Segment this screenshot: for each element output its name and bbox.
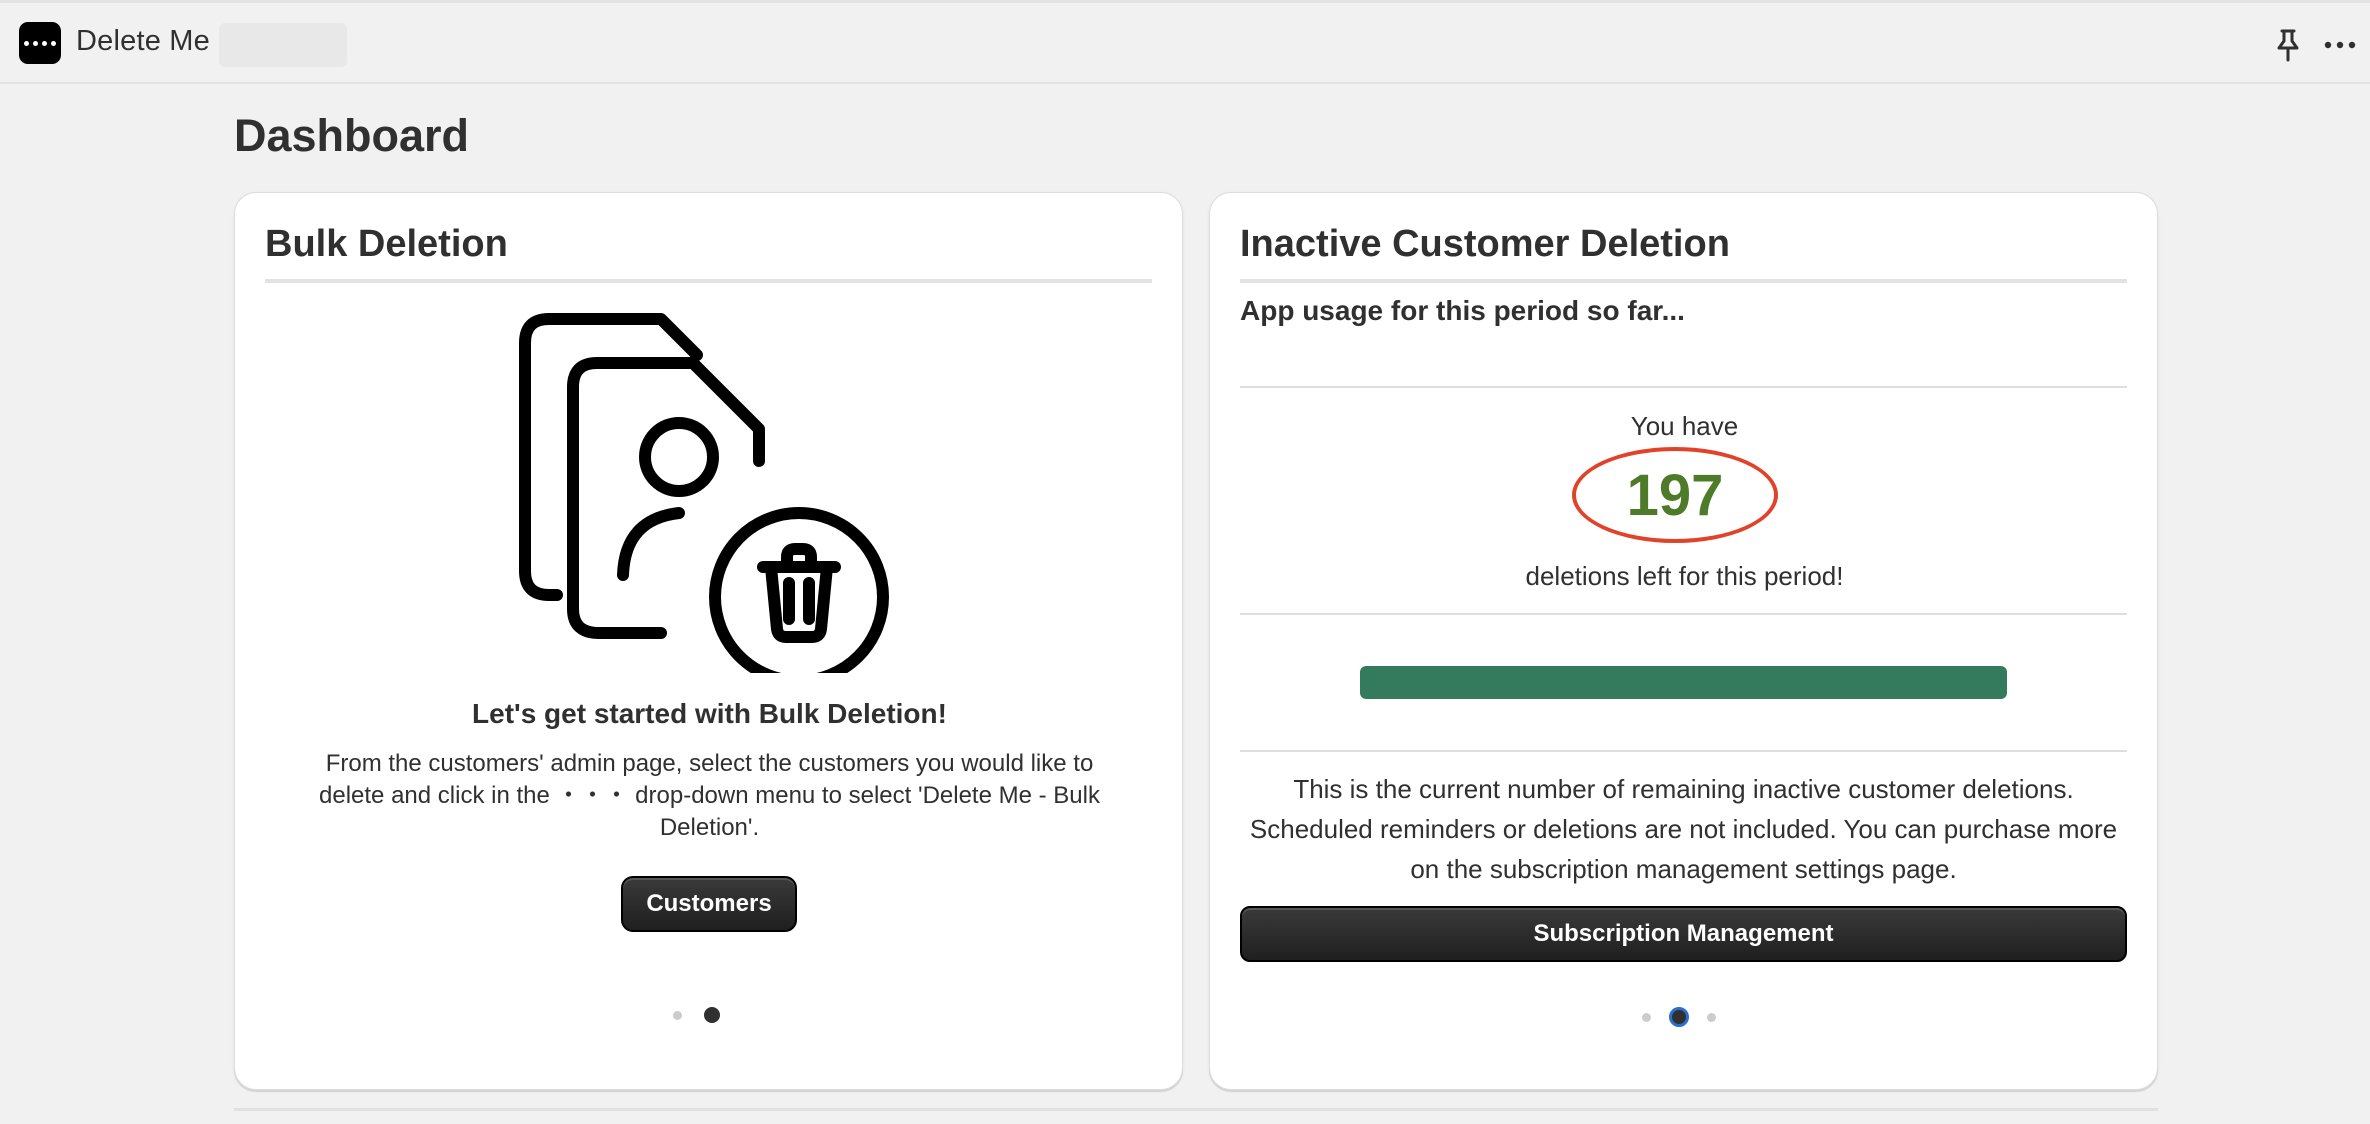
carousel-dot[interactable]: [1642, 1012, 1651, 1022]
carousel-dot-active[interactable]: [704, 1007, 720, 1023]
carousel-indicators: [673, 1007, 720, 1023]
page-title: Dashboard: [234, 110, 470, 161]
divider: [1240, 613, 2127, 615]
deletions-left-label: deletions left for this period!: [1525, 561, 1844, 591]
bulk-deletion-heading: Bulk Deletion: [265, 223, 1152, 283]
usage-subtitle: App usage for this period so far...: [1240, 295, 1685, 326]
divider: [1240, 750, 2127, 752]
remaining-deletions-description: This is the current number of remaining …: [1249, 774, 2118, 884]
app-top-bar: Delete Me: [0, 0, 2370, 84]
app-menu-dots-icon[interactable]: [19, 22, 61, 64]
app-title: Delete Me: [76, 25, 210, 57]
carousel-indicators: [1642, 1007, 1716, 1027]
usage-progress-fill: [1360, 666, 2007, 699]
you-have-label: You have: [1630, 411, 1739, 441]
carousel-dot[interactable]: [673, 1010, 682, 1020]
inactive-deletion-heading: Inactive Customer Deletion: [1240, 223, 2127, 283]
bulk-deletion-description: From the customers' admin page, select t…: [319, 750, 1100, 841]
customers-button[interactable]: Customers: [621, 876, 797, 932]
title-skeleton-placeholder: [219, 23, 347, 67]
carousel-dot[interactable]: [1707, 1012, 1716, 1022]
subscription-management-button[interactable]: Subscription Management: [1240, 906, 2127, 962]
page-bottom-divider: [234, 1108, 2158, 1111]
divider: [1240, 386, 2127, 388]
pin-icon[interactable]: [2272, 27, 2304, 63]
bulk-deletion-card: Bulk Deletion Let's get started with Bul…: [234, 192, 1183, 1090]
bulk-deletion-subheading: Let's get started with Bulk Deletion!: [472, 698, 947, 729]
remaining-count-highlight: 197: [1572, 447, 1778, 543]
delete-customer-documents-icon: [513, 313, 913, 687]
inactive-deletion-card: Inactive Customer Deletion App usage for…: [1209, 192, 2158, 1090]
remaining-count: 197: [1626, 462, 1724, 528]
usage-progress-bar: [1360, 666, 2007, 699]
more-horizontal-icon[interactable]: [2322, 29, 2358, 61]
carousel-dot-active[interactable]: [1669, 1007, 1689, 1027]
